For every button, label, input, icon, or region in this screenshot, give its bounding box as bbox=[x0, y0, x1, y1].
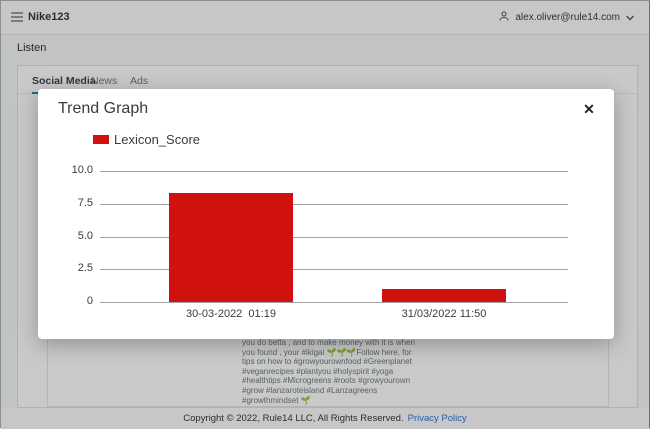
trend-bar-chart: Lexicon_Score 0 2.5 5.0 7.5 10.0 30-03-2022 0… bbox=[38, 89, 614, 339]
y-axis-tick-label: 10.0 bbox=[38, 164, 93, 176]
chart-legend: Lexicon_Score bbox=[93, 132, 200, 147]
y-axis-tick-label: 0 bbox=[38, 295, 93, 307]
y-axis-tick-label: 2.5 bbox=[38, 262, 93, 274]
x-axis-tick-label: 30-03-2022 01:19 bbox=[131, 308, 331, 320]
y-axis-tick-label: 7.5 bbox=[38, 197, 93, 209]
x-axis-tick-label: 31/03/2022 11:50 bbox=[344, 308, 544, 320]
gridline bbox=[100, 302, 568, 303]
gridline bbox=[100, 171, 568, 172]
legend-label: Lexicon_Score bbox=[114, 132, 200, 147]
chart-bar[interactable] bbox=[169, 193, 293, 302]
trend-graph-modal: Trend Graph ✕ Lexicon_Score 02.55.07.510… bbox=[38, 89, 614, 339]
legend-swatch bbox=[93, 135, 109, 144]
app-window: { "topbar": { "brand": "Nike123", "user_… bbox=[0, 0, 650, 428]
y-axis-tick-label: 5.0 bbox=[38, 230, 93, 242]
chart-bar[interactable] bbox=[382, 289, 506, 302]
